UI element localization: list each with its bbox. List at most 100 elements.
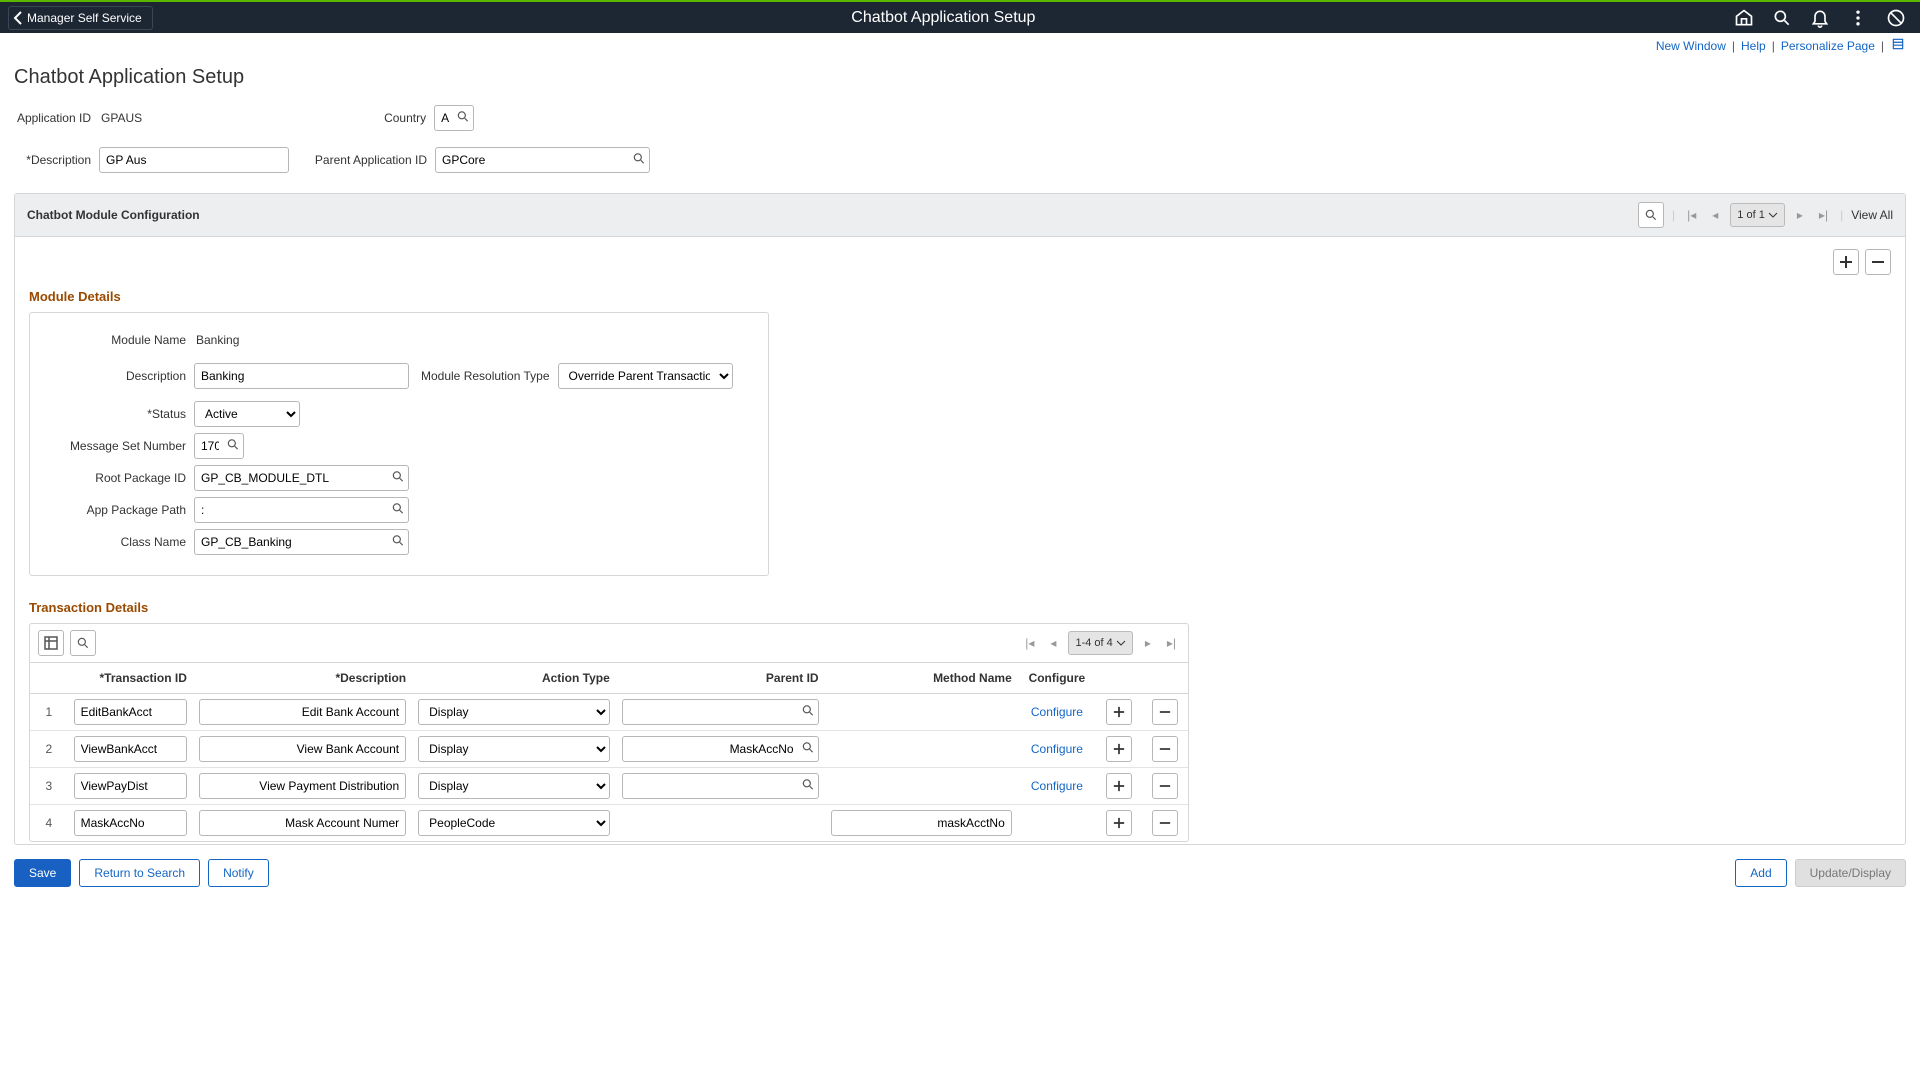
navbar-icon[interactable] — [1886, 8, 1906, 28]
trans-id-input[interactable] — [74, 699, 187, 725]
row-number: 2 — [30, 731, 68, 768]
trans-action-select[interactable]: Display — [418, 773, 610, 799]
parent-app-id-lookup-icon[interactable] — [632, 152, 646, 169]
module-res-type-select[interactable]: Override Parent Transactions — [558, 363, 733, 389]
trans-id-input[interactable] — [74, 810, 187, 836]
trans-action-select[interactable]: PeopleCode — [418, 810, 610, 836]
trans-parent-lookup-icon[interactable] — [801, 741, 815, 758]
trans-action-select[interactable]: Display — [418, 736, 610, 762]
module-name-label: Module Name — [44, 333, 194, 347]
description-input[interactable] — [99, 147, 289, 173]
trans-id-input[interactable] — [74, 736, 187, 762]
table-row: 3DisplayConfigure — [30, 768, 1188, 805]
module-msgset-label: Message Set Number — [44, 439, 194, 453]
trans-delete-row-button[interactable] — [1152, 699, 1178, 725]
module-rootpkg-lookup-icon[interactable] — [391, 470, 405, 487]
trans-add-row-button[interactable] — [1106, 773, 1132, 799]
row-number: 4 — [30, 805, 68, 842]
notify-button[interactable]: Notify — [208, 859, 269, 887]
module-msgset-lookup-icon[interactable] — [226, 438, 240, 455]
grid-pager[interactable]: 1 of 1 — [1730, 203, 1785, 227]
grid-find-button[interactable] — [1638, 202, 1664, 228]
trans-col-action[interactable]: Action Type — [412, 663, 616, 694]
back-button[interactable]: Manager Self Service — [8, 6, 153, 30]
module-name-value: Banking — [194, 329, 241, 351]
trans-col-configure[interactable]: Configure — [1018, 663, 1096, 694]
module-add-row-button[interactable] — [1833, 249, 1859, 275]
trans-desc-input[interactable] — [199, 699, 406, 725]
trans-last-icon[interactable]: ▸| — [1163, 636, 1180, 650]
configure-link[interactable]: Configure — [1031, 705, 1083, 719]
grid-last-icon[interactable]: ▸| — [1815, 208, 1832, 222]
update-display-button[interactable]: Update/Display — [1795, 859, 1906, 887]
page-banner-title: Chatbot Application Setup — [153, 9, 1734, 27]
trans-id-input[interactable] — [74, 773, 187, 799]
configure-link[interactable]: Configure — [1031, 742, 1083, 756]
trans-desc-input[interactable] — [199, 773, 406, 799]
module-apppkg-lookup-icon[interactable] — [391, 502, 405, 519]
trans-add-row-button[interactable] — [1106, 736, 1132, 762]
chevron-left-icon — [13, 11, 23, 25]
personalize-page-link[interactable]: Personalize Page — [1781, 39, 1875, 53]
trans-parent-input[interactable] — [622, 773, 819, 799]
back-label: Manager Self Service — [27, 11, 142, 25]
return-to-search-button[interactable]: Return to Search — [79, 859, 200, 887]
help-link[interactable]: Help — [1741, 39, 1766, 53]
trans-desc-input[interactable] — [199, 736, 406, 762]
trans-delete-row-button[interactable] — [1152, 810, 1178, 836]
trans-col-tid[interactable]: *Transaction ID — [68, 663, 193, 694]
module-status-select[interactable]: Active — [194, 401, 300, 427]
module-class-label: Class Name — [44, 535, 194, 549]
notifications-icon[interactable] — [1810, 8, 1830, 28]
module-delete-row-button[interactable] — [1865, 249, 1891, 275]
country-label: Country — [374, 111, 434, 125]
module-res-type-label: Module Resolution Type — [421, 369, 558, 383]
trans-personalize-button[interactable] — [38, 630, 64, 656]
configure-link[interactable]: Configure — [1031, 779, 1083, 793]
module-rootpkg-input[interactable] — [194, 465, 409, 491]
trans-parent-input[interactable] — [622, 699, 819, 725]
trans-find-button[interactable] — [70, 630, 96, 656]
actions-menu-icon[interactable] — [1848, 8, 1868, 28]
module-desc-input[interactable] — [194, 363, 409, 389]
grid-next-icon[interactable]: ▸ — [1793, 208, 1807, 222]
trans-delete-row-button[interactable] — [1152, 773, 1178, 799]
module-details-title: Module Details — [29, 289, 1891, 304]
trans-parent-lookup-icon[interactable] — [801, 704, 815, 721]
module-class-lookup-icon[interactable] — [391, 534, 405, 551]
new-window-link[interactable]: New Window — [1656, 39, 1726, 53]
country-lookup-icon[interactable] — [456, 110, 470, 127]
link-separator: | — [1732, 39, 1735, 53]
trans-desc-input[interactable] — [199, 810, 406, 836]
trans-col-parent[interactable]: Parent ID — [616, 663, 825, 694]
trans-col-method[interactable]: Method Name — [825, 663, 1018, 694]
trans-first-icon[interactable]: |◂ — [1021, 636, 1038, 650]
module-status-label: *Status — [44, 407, 194, 421]
trans-parent-lookup-icon[interactable] — [801, 778, 815, 795]
trans-prev-icon[interactable]: ◂ — [1046, 636, 1060, 650]
trans-parent-input[interactable] — [622, 736, 819, 762]
trans-pager[interactable]: 1-4 of 4 — [1068, 631, 1132, 655]
trans-action-select[interactable]: Display — [418, 699, 610, 725]
grid-first-icon[interactable]: |◂ — [1683, 208, 1700, 222]
home-icon[interactable] — [1734, 8, 1754, 28]
link-separator: | — [1772, 39, 1775, 53]
trans-delete-row-button[interactable] — [1152, 736, 1178, 762]
trans-method-input[interactable] — [831, 810, 1012, 836]
trans-next-icon[interactable]: ▸ — [1141, 636, 1155, 650]
grid-prev-icon[interactable]: ◂ — [1708, 208, 1722, 222]
trans-col-desc[interactable]: *Description — [193, 663, 412, 694]
print-icon[interactable] — [1890, 37, 1906, 54]
parent-app-id-input[interactable] — [435, 147, 650, 173]
save-button[interactable]: Save — [14, 859, 71, 887]
search-icon[interactable] — [1772, 8, 1792, 28]
trans-add-row-button[interactable] — [1106, 699, 1132, 725]
application-id-value: GPAUS — [99, 107, 144, 129]
module-class-input[interactable] — [194, 529, 409, 555]
table-row: 4 PeopleCode — [30, 805, 1188, 842]
grid-view-all[interactable]: View All — [1851, 208, 1893, 222]
trans-add-row-button[interactable] — [1106, 810, 1132, 836]
module-apppkg-input[interactable] — [194, 497, 409, 523]
module-grid-title: Chatbot Module Configuration — [27, 208, 200, 222]
add-button[interactable]: Add — [1735, 859, 1786, 887]
